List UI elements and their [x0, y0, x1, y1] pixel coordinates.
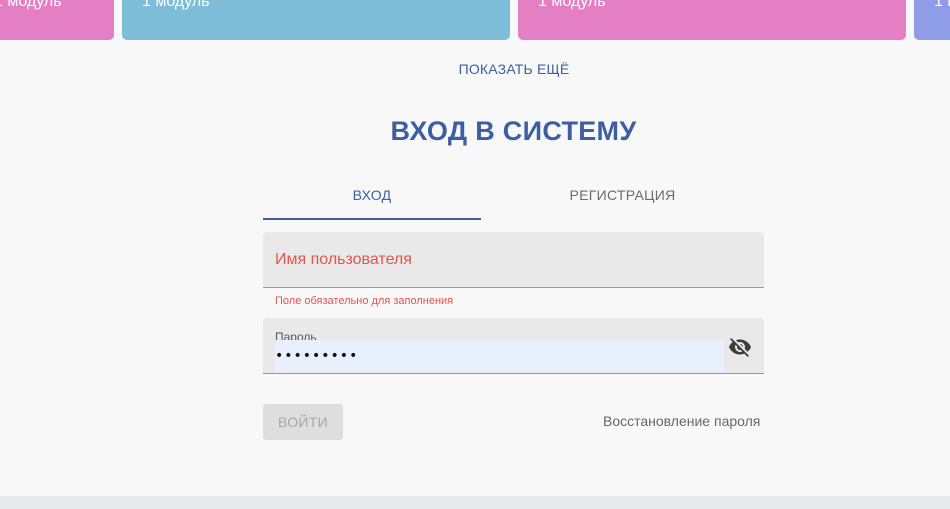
module-card-label: 1 модуль: [142, 0, 210, 10]
module-card-label: 1 м: [934, 0, 950, 10]
auth-tabs: ВХОД РЕГИСТРАЦИЯ: [263, 172, 764, 220]
username-field[interactable]: Имя пользователя: [263, 232, 764, 288]
eye-off-icon[interactable]: [728, 335, 752, 359]
username-error: Поле обязательно для заполнения: [275, 295, 454, 307]
module-card[interactable]: 1 модуль: [0, 0, 114, 40]
recover-password-link[interactable]: Восстановление пароля: [603, 413, 760, 429]
password-input[interactable]: [275, 340, 724, 372]
module-card[interactable]: 1 модуль: [518, 0, 906, 40]
module-card[interactable]: 1 м: [914, 0, 950, 40]
login-page: 1 модуль 1 модуль 1 модуль 1 м ПОКАЗАТЬ …: [0, 0, 950, 509]
footer-strip: [0, 496, 950, 509]
module-card[interactable]: 1 модуль: [122, 0, 510, 40]
module-card-label: 1 модуль: [538, 0, 606, 10]
module-card-label: 1 модуль: [0, 0, 62, 10]
login-button[interactable]: ВОЙТИ: [263, 404, 343, 440]
page-title: ВХОД В СИСТЕМУ: [390, 116, 637, 146]
username-label: Имя пользователя: [275, 251, 412, 268]
tab-login[interactable]: ВХОД: [263, 172, 481, 220]
show-more-link[interactable]: ПОКАЗАТЬ ЕЩЁ: [0, 61, 950, 77]
tab-registration[interactable]: РЕГИСТРАЦИЯ: [481, 172, 764, 220]
password-field: Пароль: [263, 318, 764, 374]
